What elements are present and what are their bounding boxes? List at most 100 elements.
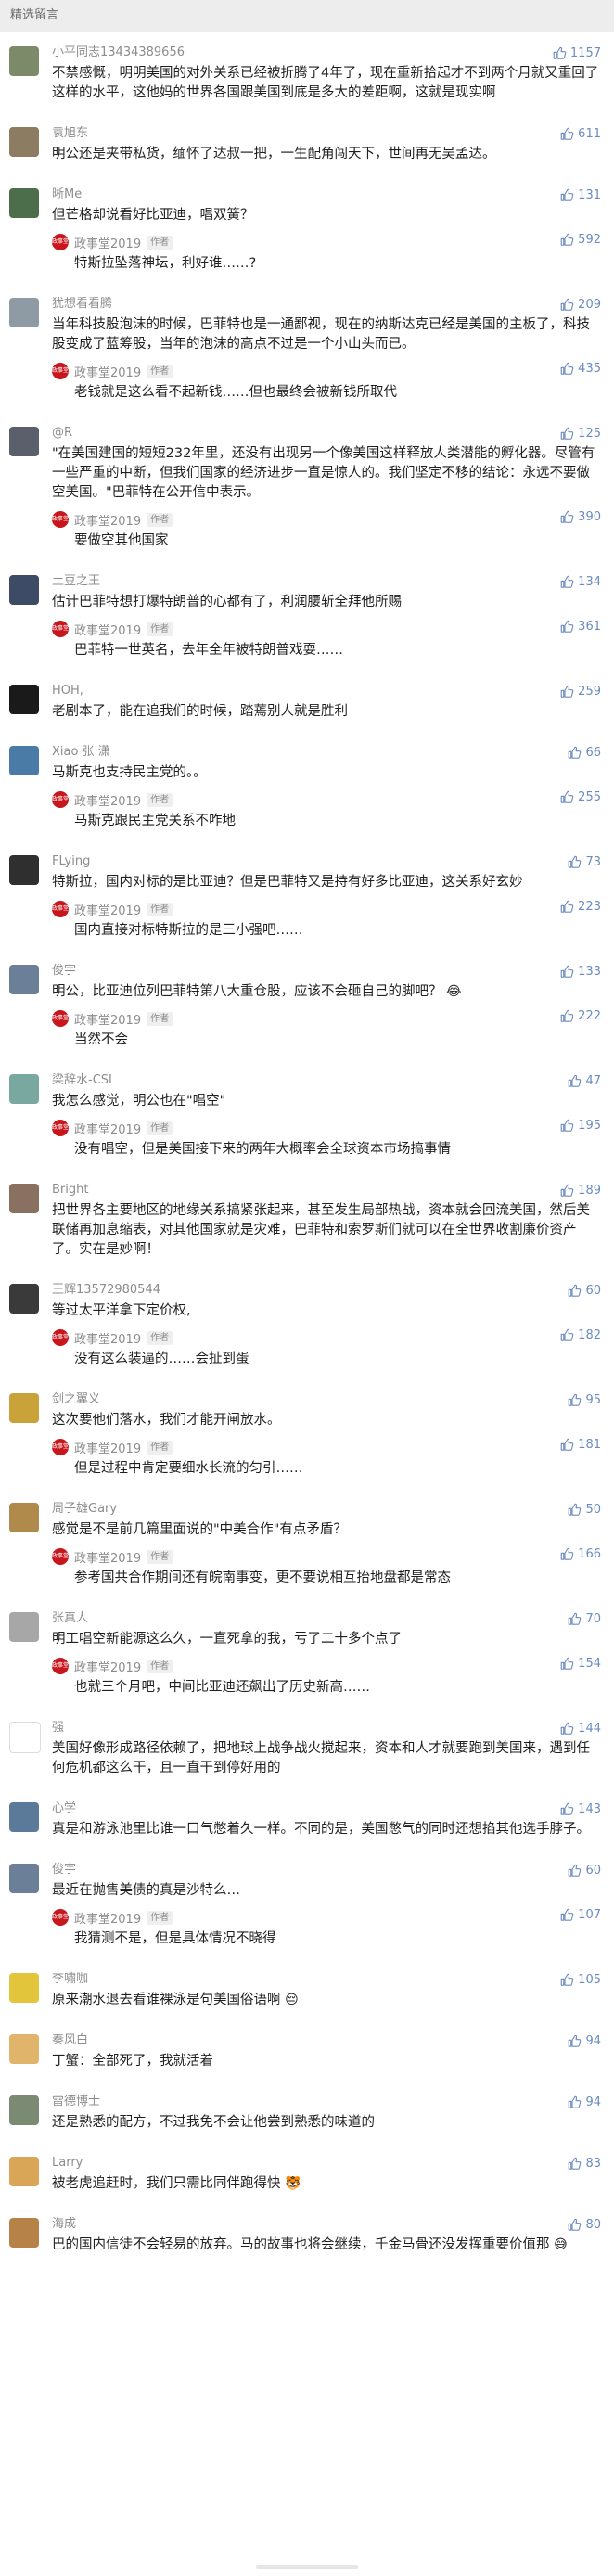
avatar[interactable] — [9, 46, 39, 76]
comment-nickname[interactable]: 李嘯咖 — [52, 1971, 601, 1988]
author-nickname[interactable]: 政事堂2019 — [74, 1658, 141, 1675]
avatar[interactable] — [9, 1722, 41, 1753]
author-avatar[interactable]: 政事堂 — [52, 1658, 69, 1674]
like-button[interactable]: 1157 — [553, 46, 601, 60]
avatar[interactable] — [9, 685, 39, 714]
reply-like-button[interactable]: 435 — [560, 362, 601, 376]
avatar[interactable] — [9, 1802, 39, 1832]
like-button[interactable]: 611 — [560, 127, 601, 141]
like-button[interactable]: 50 — [568, 1503, 601, 1517]
like-button[interactable]: 209 — [560, 298, 601, 312]
reply-like-button[interactable]: 107 — [560, 1908, 601, 1922]
thumb-up-icon[interactable] — [560, 1328, 574, 1342]
avatar[interactable] — [9, 1864, 39, 1893]
thumb-up-icon[interactable] — [560, 1802, 574, 1816]
like-button[interactable]: 60 — [568, 1284, 601, 1298]
like-button[interactable]: 259 — [560, 685, 601, 698]
thumb-up-icon[interactable] — [560, 233, 574, 247]
avatar[interactable] — [9, 2034, 39, 2064]
thumb-up-icon[interactable] — [568, 2095, 582, 2109]
like-button[interactable]: 94 — [568, 2095, 601, 2109]
author-avatar[interactable]: 政事堂 — [52, 1120, 69, 1136]
like-button[interactable]: 66 — [568, 746, 601, 760]
author-nickname[interactable]: 政事堂2019 — [74, 791, 141, 809]
author-nickname[interactable]: 政事堂2019 — [74, 1439, 141, 1456]
avatar[interactable] — [9, 1393, 39, 1423]
avatar[interactable] — [9, 855, 39, 885]
comment-nickname[interactable]: 晰Me — [52, 186, 601, 203]
comment-nickname[interactable]: Larry — [52, 2155, 601, 2172]
thumb-up-icon[interactable] — [560, 127, 574, 141]
author-avatar[interactable]: 政事堂 — [52, 1439, 69, 1455]
thumb-up-icon[interactable] — [560, 1009, 574, 1023]
comment-nickname[interactable]: 袁旭东 — [52, 125, 601, 142]
avatar[interactable] — [9, 746, 39, 775]
thumb-up-icon[interactable] — [560, 575, 574, 589]
avatar[interactable] — [9, 965, 39, 994]
comment-nickname[interactable]: 剑之翼义 — [52, 1391, 601, 1408]
comment-nickname[interactable]: 秦风白 — [52, 2032, 601, 2049]
like-button[interactable]: 83 — [568, 2157, 601, 2171]
author-nickname[interactable]: 政事堂2019 — [74, 511, 141, 529]
avatar[interactable] — [9, 127, 39, 157]
thumb-up-icon[interactable] — [560, 1657, 574, 1671]
like-button[interactable]: 189 — [560, 1184, 601, 1198]
avatar[interactable] — [9, 1503, 39, 1532]
author-nickname[interactable]: 政事堂2019 — [74, 1548, 141, 1566]
comment-nickname[interactable]: FLying — [52, 853, 601, 870]
comment-nickname[interactable]: 小平同志13434389656 — [52, 45, 601, 61]
like-button[interactable]: 143 — [560, 1802, 601, 1816]
like-button[interactable]: 125 — [560, 427, 601, 441]
comment-nickname[interactable]: 周子雄Gary — [52, 1501, 601, 1518]
comment-nickname[interactable]: @R — [52, 425, 601, 442]
comment-nickname[interactable]: HOH, — [52, 683, 601, 699]
author-nickname[interactable]: 政事堂2019 — [74, 901, 141, 918]
comment-nickname[interactable]: 梁辞水-CSI — [52, 1072, 601, 1089]
author-nickname[interactable]: 政事堂2019 — [74, 363, 141, 380]
like-button[interactable]: 94 — [568, 2034, 601, 2048]
avatar[interactable] — [9, 427, 39, 456]
thumb-up-icon[interactable] — [568, 1864, 582, 1878]
avatar[interactable] — [9, 188, 39, 218]
reply-like-button[interactable]: 390 — [560, 510, 601, 524]
avatar[interactable] — [9, 575, 39, 605]
reply-like-button[interactable]: 222 — [560, 1009, 601, 1023]
author-nickname[interactable]: 政事堂2019 — [74, 621, 141, 638]
author-nickname[interactable]: 政事堂2019 — [74, 1909, 141, 1927]
avatar[interactable] — [9, 298, 39, 327]
thumb-up-icon[interactable] — [560, 1908, 574, 1922]
author-avatar[interactable]: 政事堂 — [52, 1909, 69, 1926]
thumb-up-icon[interactable] — [560, 685, 574, 698]
thumb-up-icon[interactable] — [560, 510, 574, 524]
author-avatar[interactable]: 政事堂 — [52, 621, 69, 637]
thumb-up-icon[interactable] — [560, 427, 574, 441]
author-nickname[interactable]: 政事堂2019 — [74, 1120, 141, 1137]
thumb-up-icon[interactable] — [560, 790, 574, 804]
like-button[interactable]: 105 — [560, 1973, 601, 1987]
thumb-up-icon[interactable] — [560, 620, 574, 634]
like-button[interactable]: 95 — [568, 1393, 601, 1407]
like-button[interactable]: 134 — [560, 575, 601, 589]
author-avatar[interactable]: 政事堂 — [52, 1548, 69, 1565]
thumb-up-icon[interactable] — [568, 2157, 582, 2171]
author-nickname[interactable]: 政事堂2019 — [74, 1329, 141, 1347]
reply-like-button[interactable]: 255 — [560, 790, 601, 804]
like-button[interactable]: 131 — [560, 188, 601, 202]
comment-nickname[interactable]: 俊宇 — [52, 963, 601, 980]
author-avatar[interactable]: 政事堂 — [52, 901, 69, 917]
avatar[interactable] — [9, 2157, 39, 2186]
like-button[interactable]: 73 — [568, 855, 601, 869]
comment-nickname[interactable]: 王辉13572980544 — [52, 1282, 601, 1299]
author-nickname[interactable]: 政事堂2019 — [74, 1010, 141, 1028]
avatar[interactable] — [9, 1973, 39, 2003]
reply-like-button[interactable]: 592 — [560, 233, 601, 247]
comment-nickname[interactable]: 心学 — [52, 1801, 601, 1817]
like-button[interactable]: 133 — [560, 965, 601, 979]
reply-like-button[interactable]: 195 — [560, 1119, 601, 1133]
author-avatar[interactable]: 政事堂 — [52, 1329, 69, 1346]
comment-nickname[interactable]: 雷德博士 — [52, 2094, 601, 2110]
thumb-up-icon[interactable] — [553, 46, 567, 60]
reply-like-button[interactable]: 223 — [560, 900, 601, 914]
avatar[interactable] — [9, 1074, 39, 1104]
author-avatar[interactable]: 政事堂 — [52, 511, 69, 528]
